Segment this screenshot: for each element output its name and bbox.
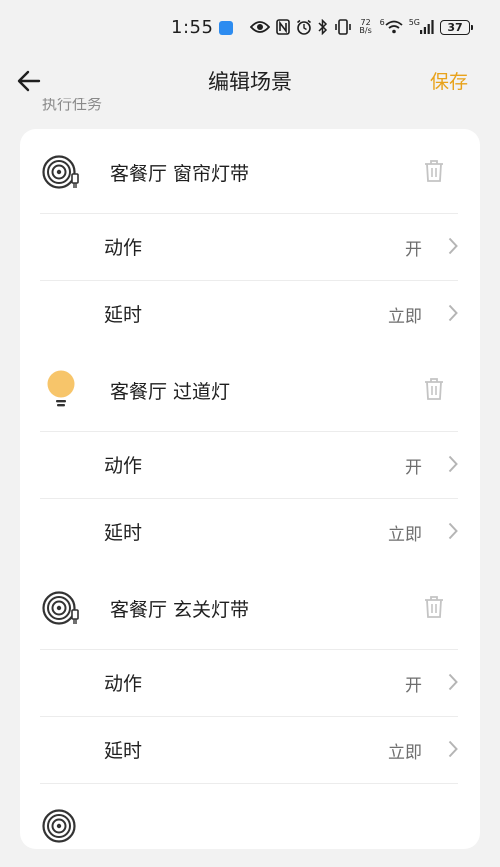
wifi-icon (385, 20, 403, 34)
action-label: 动作 (104, 455, 143, 477)
status-icons: 72 B/s 6 5G 37 (249, 17, 473, 35)
status-time-group: 1:55 (171, 17, 234, 38)
device-row[interactable]: 客餐厅 过道灯 (20, 347, 480, 431)
action-row[interactable]: 动作 开 (20, 649, 480, 716)
device-row[interactable] (20, 783, 480, 867)
chevron-right-icon (448, 304, 458, 322)
alarm-icon (296, 19, 311, 35)
device-row[interactable]: 客餐厅 窗帘灯带 (20, 129, 480, 213)
network-speed: 72 B/s (358, 19, 374, 35)
section-label-container: 执行任务 (42, 98, 102, 115)
delete-button[interactable] (423, 594, 445, 620)
vibrate-icon (334, 19, 351, 35)
action-value: 开 (405, 458, 422, 478)
device-name: 客餐厅 窗帘灯带 (110, 163, 250, 185)
save-button[interactable]: 保存 (430, 67, 468, 94)
action-value: 开 (405, 676, 422, 696)
chevron-right-icon (448, 522, 458, 540)
chevron-right-icon (448, 455, 458, 473)
app-notification-icon (219, 20, 234, 35)
status-time: 1:55 (171, 17, 214, 38)
section-label: 执行任务 (42, 98, 103, 113)
trash-icon (425, 596, 443, 618)
light-bulb-icon (42, 370, 80, 409)
device-row[interactable]: 客餐厅 玄关灯带 (20, 565, 480, 649)
light-strip-icon (42, 153, 80, 191)
delay-row[interactable]: 延时 立即 (20, 280, 480, 347)
task-card: 客餐厅 窗帘灯带 动作 开 延时 立即 客餐厅 过道灯 动作 开 延时 立即 客… (20, 129, 480, 849)
chevron-right-icon (448, 740, 458, 758)
network-speed-unit: B/s (359, 26, 372, 35)
action-row[interactable]: 动作 开 (20, 431, 480, 498)
chevron-right-icon (448, 673, 458, 691)
action-label: 动作 (104, 237, 143, 259)
signal-standard-label: 5G (408, 17, 420, 27)
delete-button[interactable] (423, 158, 445, 184)
delay-label: 延时 (104, 522, 143, 544)
nfc-icon (275, 19, 290, 35)
delay-row[interactable]: 延时 立即 (20, 716, 480, 783)
delay-label: 延时 (104, 740, 143, 762)
delay-row[interactable]: 延时 立即 (20, 498, 480, 565)
eye-icon (249, 21, 270, 33)
delay-value: 立即 (388, 525, 422, 545)
light-strip-icon (42, 589, 80, 627)
action-value: 开 (405, 240, 422, 260)
battery-indicator: 37 (440, 19, 473, 35)
light-strip-icon (42, 807, 80, 845)
chevron-right-icon (448, 237, 458, 255)
bluetooth-icon (318, 19, 327, 35)
trash-icon (425, 160, 443, 182)
delay-value: 立即 (388, 743, 422, 763)
device-name: 客餐厅 过道灯 (110, 381, 231, 403)
action-row[interactable]: 动作 开 (20, 213, 480, 280)
page-title: 编辑场景 (208, 70, 292, 94)
status-bar: 1:55 72 B/s 6 5G 37 (0, 0, 500, 58)
trash-icon (425, 378, 443, 400)
battery-level: 37 (447, 20, 463, 34)
device-name: 客餐厅 玄关灯带 (110, 599, 250, 621)
wifi-standard-label: 6 (379, 17, 385, 27)
delay-value: 立即 (388, 307, 422, 327)
delete-button[interactable] (423, 376, 445, 402)
action-label: 动作 (104, 673, 143, 695)
cell-signal-icon (420, 20, 434, 34)
delay-label: 延时 (104, 304, 143, 326)
